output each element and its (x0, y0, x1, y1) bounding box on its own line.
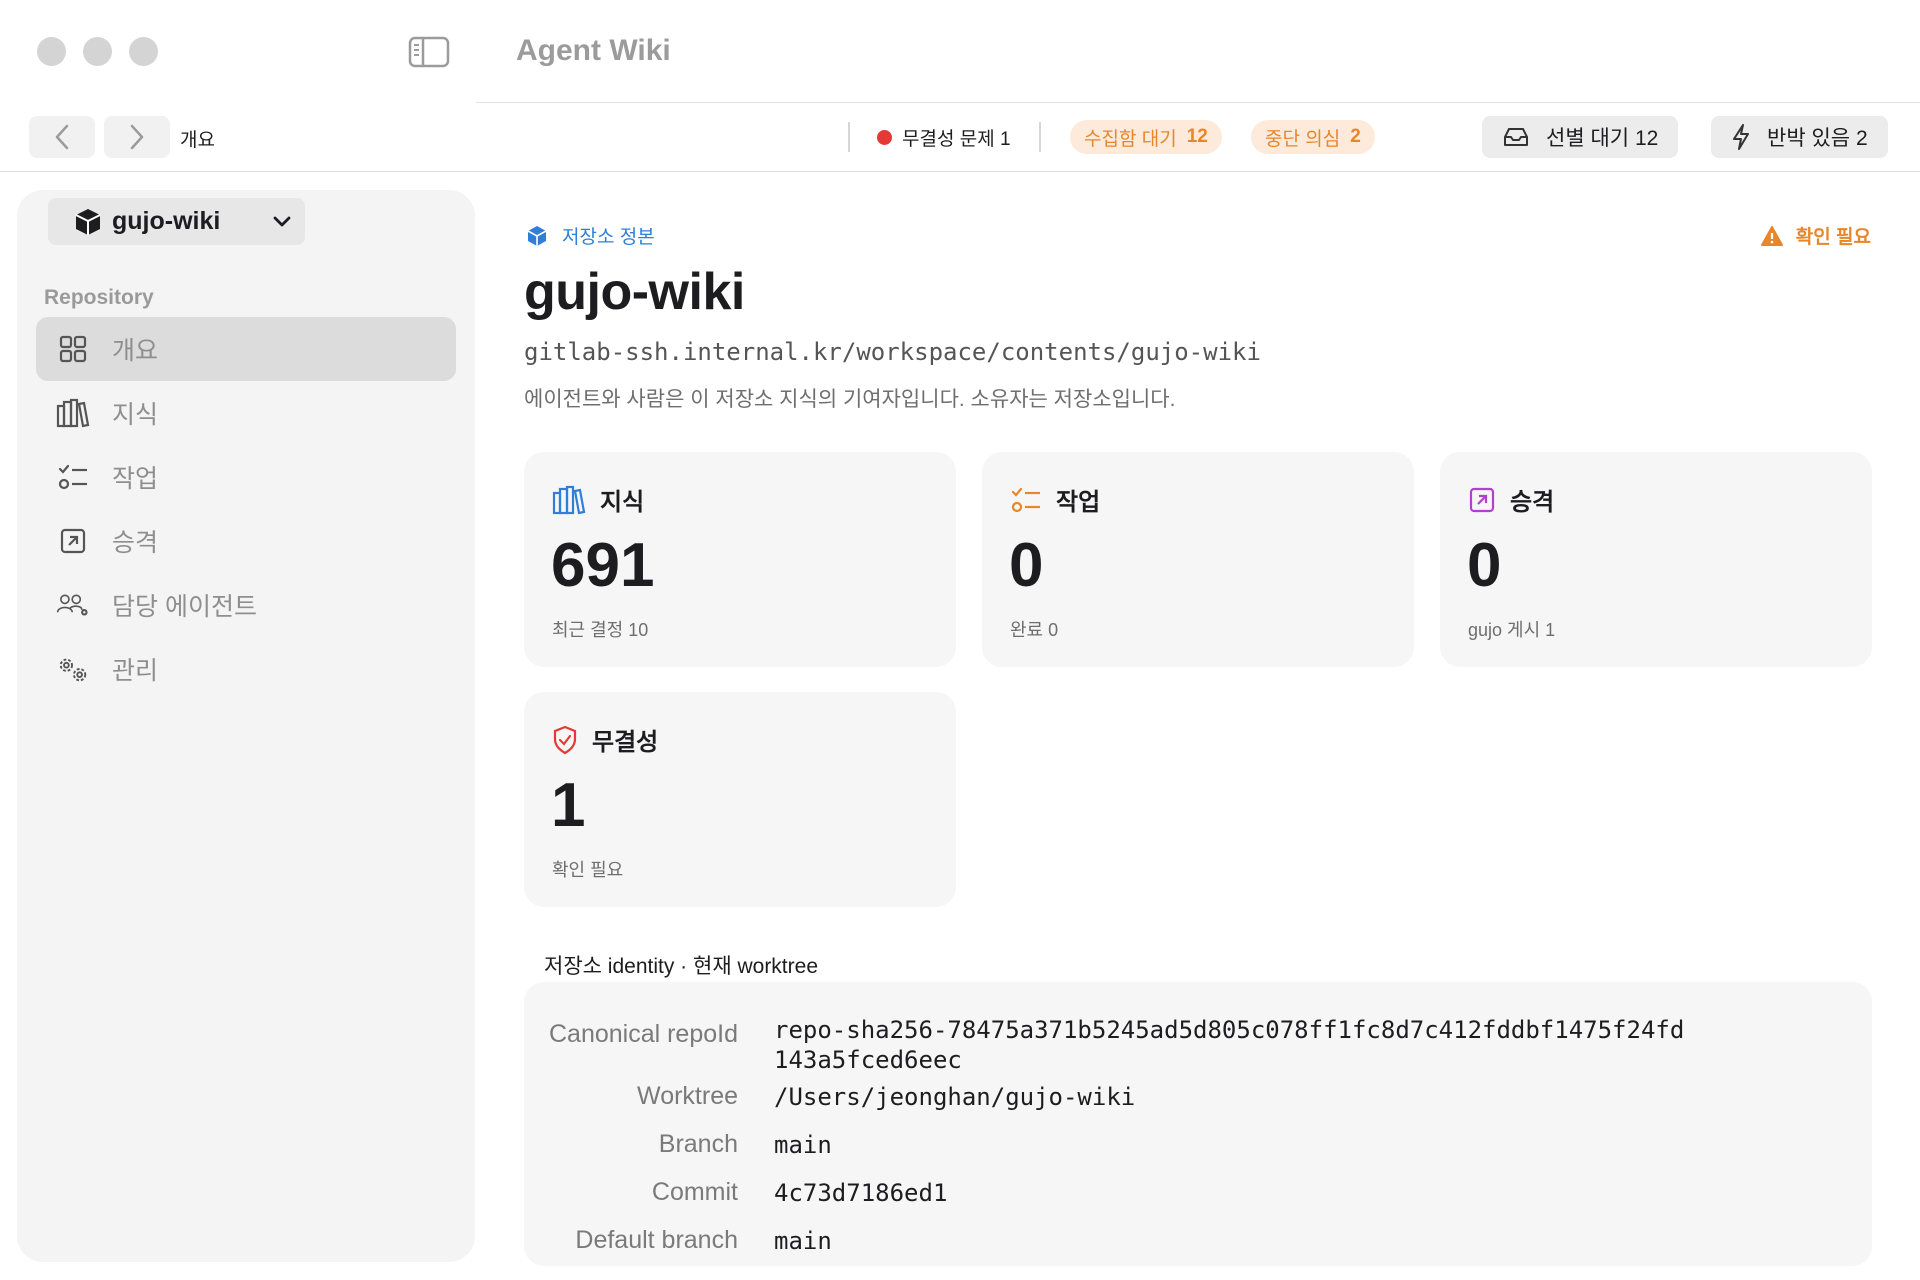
window-controls (37, 37, 158, 66)
cube-icon (527, 225, 547, 246)
minimize-window-button[interactable] (83, 37, 112, 66)
integrity-issue-label: 무결성 문제 1 (902, 128, 1011, 150)
arrow-up-right-icon (56, 524, 90, 558)
identity-value: /Users/jeonghan/gujo-wiki (774, 1083, 1136, 1111)
card-subtext: 확인 필요 (552, 860, 624, 880)
identity-key: Canonical repoId (548, 1020, 738, 1048)
collect-pending-count: 12 (1186, 126, 1208, 147)
card-subtext: 완료 0 (1010, 620, 1059, 640)
knowledge-card[interactable]: 지식 691 최근 결정 10 (524, 452, 956, 667)
identity-key: Worktree (637, 1082, 738, 1110)
sidebar-item-label: 작업 (112, 465, 159, 493)
warning-badge[interactable]: 확인 필요 (1760, 222, 1871, 249)
back-button[interactable] (29, 116, 95, 158)
sidebar-item-label: 승격 (112, 529, 159, 557)
identity-key: Branch (658, 1130, 738, 1158)
card-value: 0 (1467, 531, 1502, 600)
identity-key: Commit (651, 1178, 738, 1206)
tasks-card[interactable]: 작업 0 완료 0 (982, 452, 1414, 667)
warning-label: 확인 필요 (1795, 227, 1871, 248)
gears-icon (56, 652, 90, 686)
sidebar-item-tasks[interactable]: 작업 (36, 445, 456, 509)
repo-name: gujo-wiki (112, 207, 221, 235)
inbox-icon (1504, 128, 1528, 146)
page-title: gujo-wiki (524, 263, 745, 321)
identity-value: main (774, 1227, 832, 1255)
toolbar-separator (1039, 122, 1041, 152)
cube-icon (75, 208, 101, 235)
identity-section-title: 저장소 identity · 현재 worktree (544, 955, 818, 978)
sidebar-item-label: 관리 (112, 657, 159, 685)
forward-button[interactable] (104, 116, 170, 158)
checklist-icon (1011, 487, 1040, 512)
chevron-down-icon (273, 216, 291, 226)
lightning-icon (1733, 124, 1749, 150)
integrity-card[interactable]: 무결성 1 확인 필요 (524, 692, 956, 907)
shield-icon (553, 725, 577, 754)
sidebar-item-promotion[interactable]: 승격 (36, 509, 456, 573)
sidebar-item-overview[interactable]: 개요 (36, 317, 456, 381)
collect-pending-label: 수집함 대기 (1084, 128, 1177, 150)
identity-value: main (774, 1131, 832, 1159)
sidebar-item-label: 담당 에이전트 (112, 593, 257, 621)
card-title: 작업 (1056, 489, 1101, 516)
card-value: 0 (1009, 531, 1044, 600)
card-title: 지식 (600, 489, 645, 516)
books-icon (552, 485, 586, 514)
card-title: 무결성 (592, 729, 659, 756)
breadcrumb: 개요 (180, 130, 215, 151)
toolbar-separator (848, 122, 850, 152)
card-value: 1 (551, 771, 586, 840)
people-gear-icon (56, 588, 90, 622)
sidebar-item-agents[interactable]: 담당 에이전트 (36, 573, 456, 637)
issue-dot-icon (877, 129, 892, 145)
identity-value: 4c73d7186ed1 (774, 1179, 948, 1207)
warning-icon (1760, 225, 1783, 246)
title-divider (476, 102, 1920, 103)
suspend-suspect-badge[interactable]: 중단 의심 2 (1251, 120, 1375, 154)
arrow-up-right-icon (1469, 487, 1495, 512)
rebuttal-label: 반박 있음 2 (1767, 127, 1868, 150)
sidebar-section-title: Repository (44, 286, 154, 309)
sidebar-item-label: 지식 (112, 401, 159, 429)
card-value: 691 (551, 531, 655, 600)
repo-picker[interactable]: gujo-wiki (48, 198, 305, 245)
suspend-suspect-label: 중단 의심 (1265, 128, 1341, 150)
origin-badge: 저장소 정본 (526, 222, 655, 249)
sidebar: gujo-wiki Repository 개요 지식 작업 승격 담당 에이전트… (17, 190, 475, 1262)
app-title: Agent Wiki (516, 34, 671, 67)
repo-description: 에이전트와 사람은 이 저장소 지식의 기여자입니다. 소유자는 저장소입니다. (524, 388, 1176, 411)
suspend-suspect-count: 2 (1350, 126, 1361, 147)
triage-pending-button[interactable]: 선별 대기 12 (1482, 116, 1679, 158)
toolbar-divider (0, 171, 1920, 172)
promotion-card[interactable]: 승격 0 gujo 게시 1 (1440, 452, 1872, 667)
card-subtext: 최근 결정 10 (552, 620, 649, 640)
chevron-left-icon (55, 124, 69, 150)
sidebar-item-label: 개요 (112, 337, 159, 365)
rebuttal-button[interactable]: 반박 있음 2 (1711, 116, 1888, 158)
identity-value: repo-sha256-78475a371b5245ad5d805c078ff1… (774, 1015, 1684, 1075)
card-subtext: gujo 게시 1 (1468, 620, 1556, 640)
sidebar-item-knowledge[interactable]: 지식 (36, 381, 456, 445)
books-icon (56, 396, 90, 430)
chevron-right-icon (130, 124, 144, 150)
zoom-window-button[interactable] (129, 37, 158, 66)
grid-icon (56, 332, 90, 366)
collect-pending-badge[interactable]: 수집함 대기 12 (1070, 120, 1222, 154)
identity-key: Default branch (575, 1226, 738, 1254)
close-window-button[interactable] (37, 37, 66, 66)
checklist-icon (56, 460, 90, 494)
identity-panel: Canonical repoId repo-sha256-78475a371b5… (524, 982, 1872, 1266)
sidebar-item-admin[interactable]: 관리 (36, 637, 456, 701)
repoid-line-1: repo-sha256-78475a371b5245ad5d805c078ff1… (774, 1016, 1685, 1044)
sidebar-toggle-icon[interactable] (408, 36, 450, 68)
repoid-line-2: 143a5fced6eec (774, 1046, 962, 1074)
card-title: 승격 (1510, 489, 1555, 516)
repo-url: gitlab-ssh.internal.kr/workspace/content… (524, 338, 1261, 366)
triage-pending-label: 선별 대기 12 (1546, 127, 1659, 150)
integrity-issue-status[interactable]: 무결성 문제 1 (877, 122, 1011, 152)
origin-label: 저장소 정본 (562, 227, 655, 248)
